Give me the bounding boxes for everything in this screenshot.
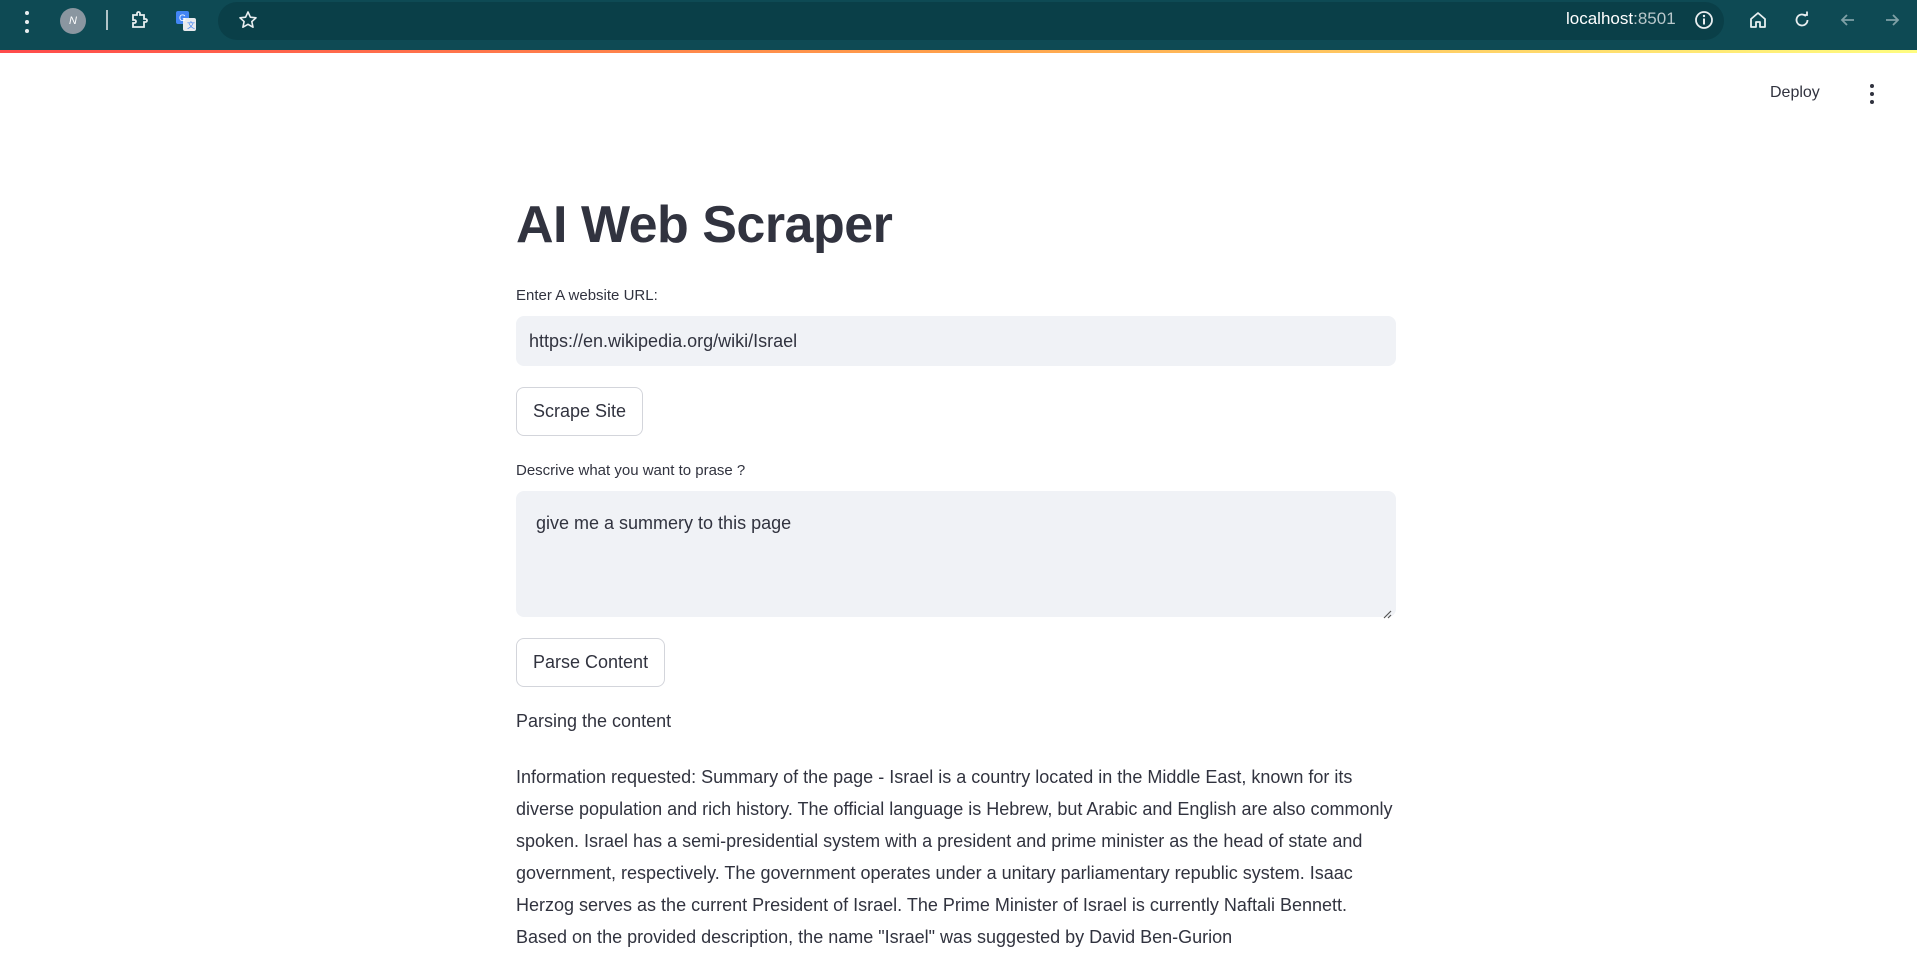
- parsed-result-text: Information requested: Summary of the pa…: [516, 767, 1393, 947]
- forward-icon[interactable]: [1880, 8, 1904, 32]
- svg-text:文: 文: [187, 20, 195, 30]
- info-icon[interactable]: [1692, 8, 1716, 32]
- profile-avatar[interactable]: N: [60, 8, 86, 34]
- url-input[interactable]: https://en.wikipedia.org/wiki/Israel: [516, 316, 1396, 366]
- parse-content-label: Parse Content: [533, 652, 649, 672]
- deploy-button[interactable]: Deploy: [1770, 84, 1820, 102]
- page-title: AI Web Scraper: [516, 196, 893, 254]
- toolbar-divider: [106, 10, 108, 30]
- describe-textarea-value: give me a summery to this page: [536, 513, 792, 533]
- address-bar[interactable]: [218, 2, 1724, 40]
- translate-icon[interactable]: G文: [173, 8, 199, 34]
- scrape-site-button[interactable]: Scrape Site: [516, 387, 644, 436]
- scrape-site-label: Scrape Site: [533, 401, 627, 421]
- extensions-icon[interactable]: [128, 8, 152, 32]
- profile-initial: N: [69, 15, 77, 27]
- star-icon[interactable]: [236, 8, 260, 32]
- more-vert-icon[interactable]: [20, 11, 34, 33]
- address-host: localhost:8501: [1566, 9, 1676, 29]
- host-name: localhost: [1566, 9, 1634, 28]
- home-icon[interactable]: [1746, 8, 1770, 32]
- url-input-value: https://en.wikipedia.org/wiki/Israel: [529, 330, 798, 351]
- main-menu-icon[interactable]: [1866, 84, 1878, 104]
- browser-toolbar: N G文 localhost:8501: [0, 0, 1917, 50]
- url-label: Enter A website URL:: [516, 287, 658, 304]
- describe-textarea[interactable]: give me a summery to this page: [516, 491, 1396, 619]
- reload-icon[interactable]: [1790, 8, 1814, 32]
- status-text: Parsing the content: [516, 711, 672, 731]
- back-icon[interactable]: [1836, 8, 1860, 32]
- host-port: :8501: [1633, 9, 1676, 28]
- describe-label: Descrive what you want to prase ?: [516, 462, 746, 479]
- resize-handle-icon[interactable]: [1382, 603, 1392, 619]
- streamlit-top-decoration: [0, 50, 1917, 53]
- svg-text:G: G: [179, 13, 186, 23]
- parse-content-button[interactable]: Parse Content: [516, 638, 666, 687]
